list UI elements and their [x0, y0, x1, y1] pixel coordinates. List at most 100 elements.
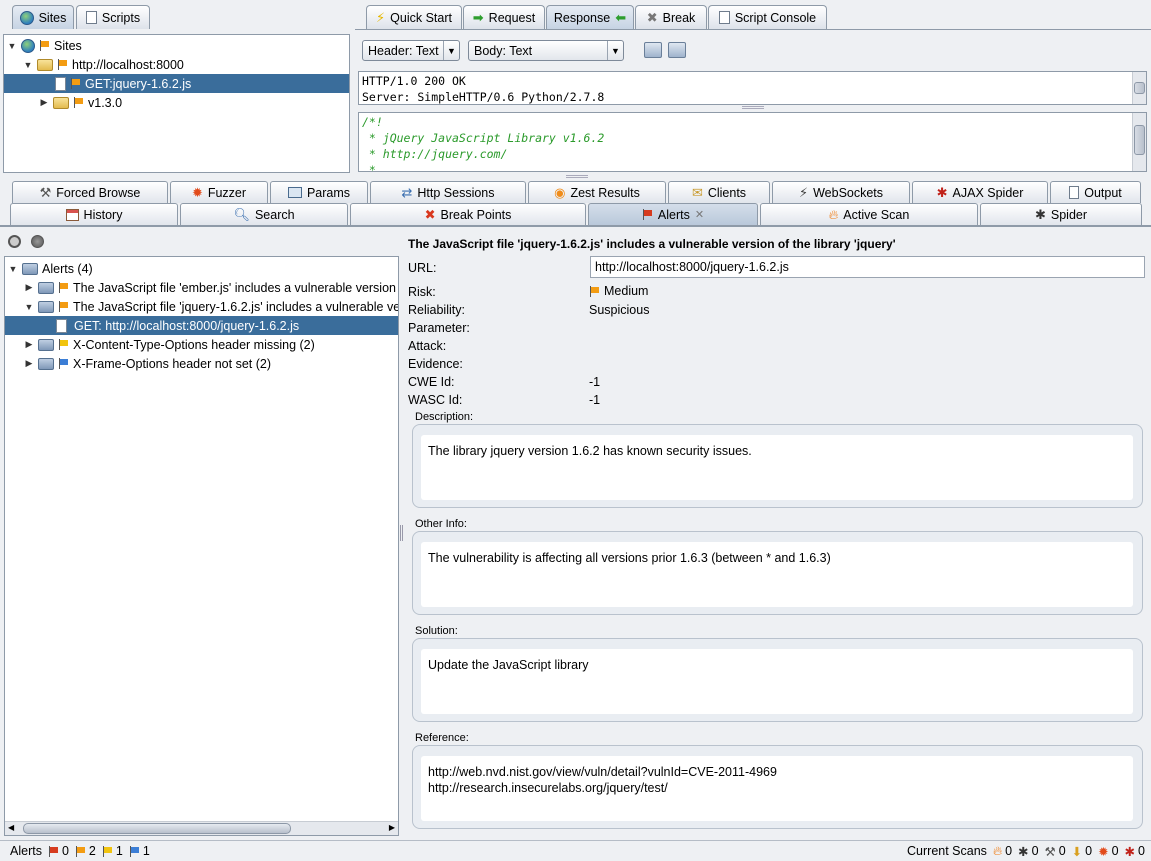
tab-history[interactable]: History — [10, 203, 178, 225]
solution-text[interactable]: Update the JavaScript library — [421, 649, 1133, 714]
header-view-select[interactable]: Header: Text ▼ — [362, 40, 460, 61]
expand-toggle[interactable]: ▶ — [24, 358, 34, 369]
tab-label: Break Points — [440, 207, 512, 222]
scrollbar[interactable] — [1132, 72, 1146, 104]
tree-node-alert[interactable]: ▶ The JavaScript file 'ember.js' include… — [24, 278, 398, 297]
scrollbar-thumb[interactable] — [1134, 125, 1145, 155]
count: 1 — [115, 844, 123, 858]
plug-icon: ⚡ — [798, 185, 809, 200]
tree-node-alerts-root[interactable]: ▼ Alerts (4) — [8, 259, 93, 278]
tab-sites[interactable]: Sites — [12, 5, 74, 29]
globe-scan-icon[interactable] — [31, 235, 44, 248]
tab-request[interactable]: ➡ Request — [463, 5, 545, 29]
tree-node-label: GET:jquery-1.6.2.js — [85, 76, 192, 91]
expand-toggle[interactable]: ▶ — [24, 339, 34, 350]
tab-label: WebSockets — [813, 185, 884, 200]
solution-label: Solution: — [415, 625, 458, 637]
splitter-handle[interactable] — [566, 175, 588, 178]
spider-icon: ✱ — [1018, 844, 1029, 859]
tab-clients[interactable]: ✉ Clients — [668, 181, 770, 203]
expand-toggle[interactable]: ▼ — [8, 264, 18, 274]
tree-node-host[interactable]: ▼ http://localhost:8000 — [23, 55, 184, 74]
tab-output[interactable]: Output — [1050, 181, 1141, 203]
response-header-panel[interactable]: HTTP/1.0 200 OK Server: SimpleHTTP/0.6 P… — [358, 71, 1147, 105]
tab-active-scan[interactable]: 🔥︎ Active Scan — [760, 203, 978, 225]
flag-orange-icon — [58, 282, 69, 293]
hammer-icon: ⚒ — [1044, 844, 1056, 859]
tab-scripts-label: Scripts — [101, 10, 141, 25]
count: 0 — [1005, 844, 1013, 858]
scroll-left-icon[interactable]: ◀ — [8, 823, 14, 832]
output-icon — [1069, 186, 1080, 199]
tree-node-alert[interactable]: ▶ X-Content-Type-Options header missing … — [24, 335, 315, 354]
response-body-panel[interactable]: /*! * jQuery JavaScript Library v1.6.2 *… — [358, 112, 1147, 172]
tab-ajax-spider[interactable]: ✱ AJAX Spider — [912, 181, 1048, 203]
risk-label: Risk: — [408, 285, 436, 299]
pane-splitter[interactable] — [400, 525, 403, 541]
scrollbar-thumb[interactable] — [23, 823, 291, 834]
description-value: The library jquery version 1.6.2 has kno… — [428, 444, 752, 458]
count: 0 — [1058, 844, 1066, 858]
sessions-icon: ⇄ — [401, 185, 413, 200]
other-info-value: The vulnerability is affecting all versi… — [428, 551, 831, 565]
tab-label: Forced Browse — [56, 185, 141, 200]
tab-fuzzer[interactable]: ✹ Fuzzer — [170, 181, 268, 203]
tree-node-sites[interactable]: ▼ Sites — [7, 36, 82, 55]
tab-spider[interactable]: ✱ Spider — [980, 203, 1142, 225]
close-icon[interactable]: ✕ — [695, 208, 704, 221]
count: 0 — [1031, 844, 1039, 858]
tree-node-folder[interactable]: ▶ v1.3.0 — [39, 93, 123, 112]
tab-scripts[interactable]: Scripts — [76, 5, 150, 29]
tab-label: Request — [488, 10, 536, 25]
workspace-divider — [355, 29, 1151, 30]
tab-label: Search — [254, 207, 295, 222]
body-view-select[interactable]: Body: Text ▼ — [468, 40, 624, 61]
tab-label: Script Console — [734, 10, 817, 25]
scrollbar-thumb[interactable] — [1134, 82, 1145, 94]
tab-label: Active Scan — [843, 207, 910, 222]
other-info-text[interactable]: The vulnerability is affecting all versi… — [421, 542, 1133, 607]
tree-node-label: The JavaScript file 'jquery-1.6.2.js' in… — [73, 299, 399, 314]
tab-break[interactable]: ✖ Break — [635, 5, 707, 29]
tab-search[interactable]: 🔍︎ Search — [180, 203, 348, 225]
risk-value: Medium — [589, 284, 648, 298]
tab-params[interactable]: Params — [270, 181, 368, 203]
split-horizontal-icon[interactable] — [644, 42, 662, 58]
scroll-right-icon[interactable]: ▶ — [389, 823, 395, 832]
expand-toggle[interactable]: ▶ — [39, 97, 49, 108]
tree-node-alert[interactable]: ▼ The JavaScript file 'jquery-1.6.2.js' … — [24, 297, 399, 316]
tab-response[interactable]: Response ⬅ — [546, 5, 634, 29]
expand-toggle[interactable]: ▼ — [23, 60, 33, 70]
tab-alerts[interactable]: Alerts ✕ — [588, 203, 758, 225]
tab-script-console[interactable]: Script Console — [708, 5, 827, 29]
expand-toggle[interactable]: ▼ — [7, 41, 17, 51]
chevron-down-icon: ▼ — [443, 41, 459, 60]
tab-websockets[interactable]: ⚡ WebSockets — [772, 181, 910, 203]
params-icon — [287, 187, 302, 198]
spider-scan-count: ✱ 0 — [1018, 844, 1038, 859]
expand-toggle[interactable]: ▶ — [24, 282, 34, 293]
tree-node-alert-instance[interactable]: GET: http://localhost:8000/jquery-1.6.2.… — [5, 316, 398, 335]
reference-text[interactable]: http://web.nvd.nist.gov/view/vuln/detail… — [421, 756, 1133, 821]
tab-http-sessions[interactable]: ⇄ Http Sessions — [370, 181, 526, 203]
spider-red-icon: ✱ — [936, 185, 948, 200]
tab-zest-results[interactable]: ◉ Zest Results — [528, 181, 666, 203]
tab-quick-start[interactable]: ⚡ Quick Start — [366, 5, 462, 29]
header-line: HTTP/1.0 200 OK — [362, 74, 466, 88]
flame-icon: 🔥︎ — [992, 843, 1003, 858]
horizontal-scrollbar[interactable]: ◀ ▶ — [5, 821, 398, 835]
tree-node-jquery[interactable]: GET:jquery-1.6.2.js — [4, 74, 349, 93]
scrollbar[interactable] — [1132, 113, 1146, 171]
tab-label: Break — [662, 10, 696, 25]
splitter-handle[interactable] — [742, 106, 764, 109]
tab-forced-browse[interactable]: ⚒ Forced Browse — [12, 181, 168, 203]
url-field[interactable]: http://localhost:8000/jquery-1.6.2.js — [590, 256, 1145, 278]
filter-icon[interactable] — [8, 235, 21, 248]
folder-icon — [53, 96, 69, 109]
split-vertical-icon[interactable] — [668, 42, 686, 58]
fuzzer-count: ✹ 0 — [1098, 844, 1118, 859]
description-text[interactable]: The library jquery version 1.6.2 has kno… — [421, 435, 1133, 500]
tree-node-alert[interactable]: ▶ X-Frame-Options header not set (2) — [24, 354, 271, 373]
tab-break-points[interactable]: ✖ Break Points — [350, 203, 586, 225]
expand-toggle[interactable]: ▼ — [24, 302, 34, 312]
